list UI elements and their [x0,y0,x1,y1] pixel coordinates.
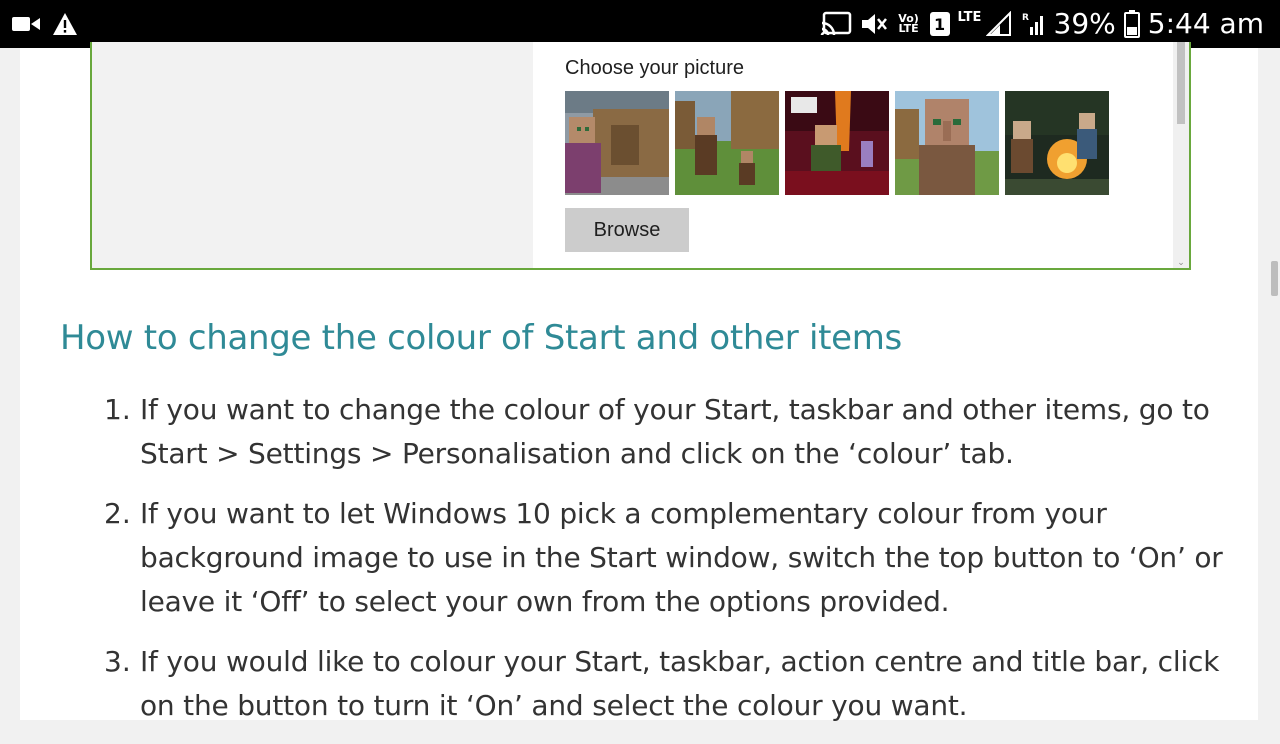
settings-sidebar-area [92,42,533,268]
minecraft-warrior-image [785,91,889,195]
step-text: If you would like to colour your Start, … [140,645,1220,722]
warning-icon [52,12,78,36]
step-number: 3. [104,645,131,678]
page-scrollbar-thumb[interactable] [1271,261,1278,296]
steps-list: 1. If you want to change the colour of y… [60,388,1240,744]
battery-percent: 39% [1053,7,1116,40]
mute-icon [860,11,888,37]
settings-scrollbar[interactable]: ⌄ [1173,42,1189,268]
minecraft-campfire-image [1005,91,1109,195]
video-camera-icon [12,15,40,33]
list-item: 3. If you would like to colour your Star… [60,640,1240,728]
step-number: 2. [104,497,131,530]
settings-scroll-thumb[interactable] [1177,42,1185,124]
clock: 5:44 am [1147,7,1264,40]
article-page: Choose your picture Browse ⌄ How to chan… [20,42,1258,722]
cast-icon [820,11,852,37]
browse-button[interactable]: Browse [565,208,689,252]
list-item: 2. If you want to let Windows 10 pick a … [60,492,1240,624]
section-heading: How to change the colour of Start and ot… [60,318,902,358]
lte-signal-icon: LTE [958,9,1014,39]
settings-screenshot: Choose your picture Browse ⌄ [90,42,1191,270]
minecraft-villagers-field-image [675,91,779,195]
roaming-signal-icon: R [1022,11,1046,37]
step-number: 1. [104,393,131,426]
chevron-down-icon[interactable]: ⌄ [1176,258,1186,268]
battery-icon [1123,10,1140,38]
svg-text:R: R [1022,13,1029,23]
list-item: 1. If you want to change the colour of y… [60,388,1240,476]
sim-icon: 1 [929,12,950,36]
step-text: If you want to change the colour of your… [140,393,1210,470]
step-text: If you want to let Windows 10 pick a com… [140,497,1223,618]
minecraft-villager-closeup-image [895,91,999,195]
status-bar: Vo) LTE 1 LTE R 39% 5:44 am [0,0,1280,48]
volte-icon: Vo) LTE [898,12,919,35]
minecraft-villager-house-image [565,91,669,195]
choose-picture-label: Choose your picture [565,57,744,79]
